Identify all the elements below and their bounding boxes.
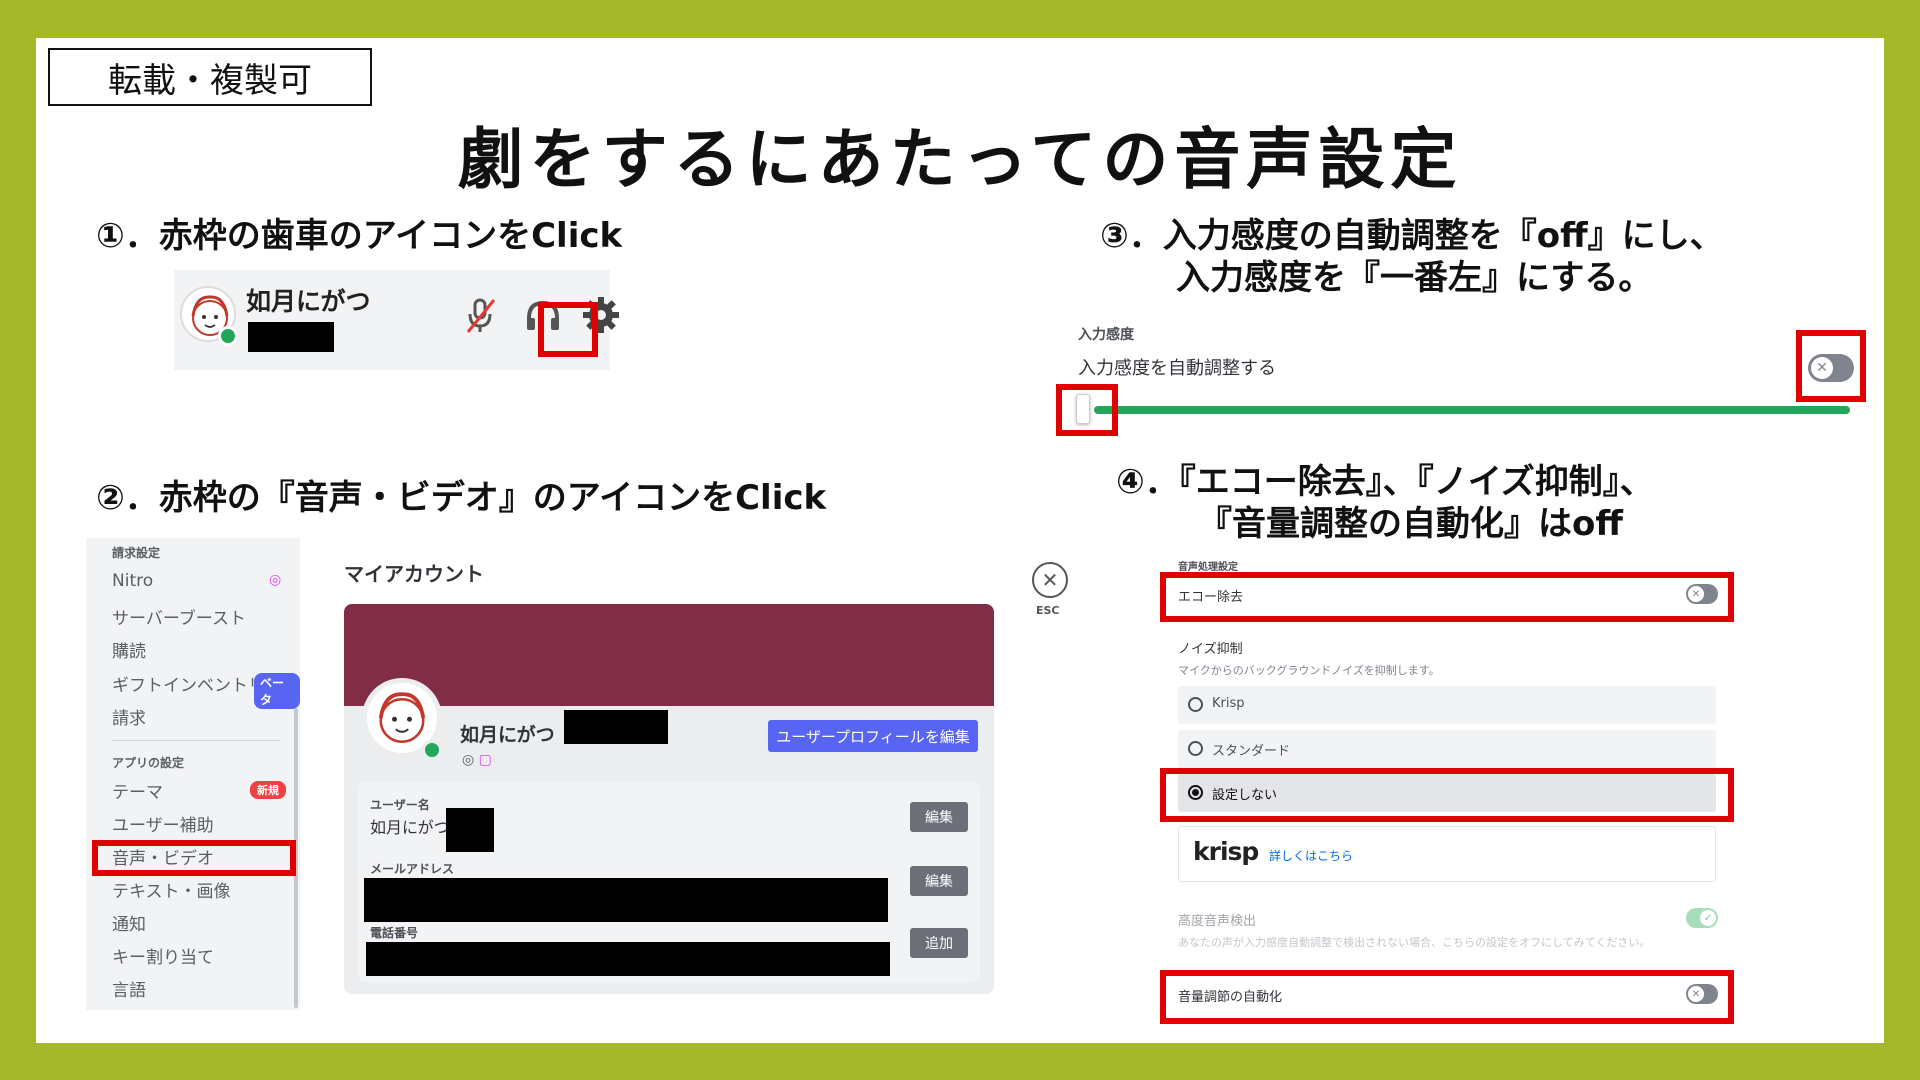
sidebar-item-billing[interactable]: 請求: [112, 704, 146, 729]
new-badge: 新規: [250, 781, 286, 799]
noise-option-standard[interactable]: スタンダード: [1178, 730, 1716, 768]
reuse-tag: 転載・複製可: [48, 48, 372, 106]
highlight-noise-none: [1160, 768, 1734, 822]
email-label: メールアドレス: [370, 862, 455, 876]
mute-mic-icon[interactable]: [464, 296, 498, 336]
sidebar-section-billing: 請求設定: [112, 546, 161, 560]
step4-line2: 『音量調整の自動化』はoff: [1198, 504, 1623, 544]
redacted-discriminator: [564, 710, 668, 744]
option-label: スタンダード: [1212, 744, 1291, 759]
sidebar-item-language[interactable]: 言語: [112, 976, 146, 1001]
noise-option-krisp[interactable]: Krisp: [1178, 686, 1716, 724]
sidebar-item-text-images[interactable]: テキスト・画像: [112, 877, 231, 902]
account-card: 如月にがつ ◎ ▢ ユーザープロフィールを編集 ユーザー名 如月にがつ 編集 メ…: [344, 604, 994, 994]
step1-text: ①．赤枠の歯車のアイコンをClick: [96, 216, 623, 256]
edit-email-button[interactable]: 編集: [910, 866, 968, 896]
beta-badge: ベータ: [254, 673, 300, 709]
profile-banner: [344, 604, 994, 706]
auto-sensitivity-label: 入力感度を自動調整する: [1078, 358, 1276, 379]
krisp-promo: krisp 詳しくはこちら: [1178, 826, 1716, 882]
sidebar-divider: [112, 740, 280, 741]
slide: 転載・複製可 劇をするにあたっての音声設定 ①．赤枠の歯車のアイコンをClick…: [36, 38, 1884, 1043]
sidebar-section-app: アプリの設定: [112, 756, 185, 770]
advanced-voice-label: 高度音声検出: [1178, 914, 1257, 929]
step3-line1: ③．入力感度の自動調整を『off』にし、: [1100, 216, 1724, 256]
esc-label: ESC: [1036, 604, 1060, 617]
redacted-phone: [366, 942, 890, 976]
profile-status-dot: [422, 740, 442, 760]
page-title: 劇をするにあたっての音声設定: [457, 121, 1463, 198]
voice-processing-section: 音声処理設定: [1178, 562, 1238, 573]
close-icon[interactable]: ✕: [1032, 562, 1068, 598]
radio-unchecked-icon: [1188, 697, 1203, 712]
noise-suppression-title: ノイズ抑制: [1178, 642, 1243, 657]
highlight-voice-video: [92, 840, 296, 876]
advanced-voice-toggle[interactable]: ✓: [1686, 908, 1718, 928]
krisp-learn-more-link[interactable]: 詳しくはこちら: [1269, 847, 1353, 864]
sidebar-item-nitro[interactable]: Nitro: [112, 571, 153, 591]
nitro-icon: ◎: [269, 572, 282, 588]
display-name: 如月にがつ: [460, 724, 555, 746]
option-label: Krisp: [1212, 696, 1245, 711]
settings-sidebar: 請求設定 Nitro ◎ サーバーブースト 購読 ギフトインベントリ ベータ 請…: [86, 538, 300, 1010]
highlight-auto-gain: [1160, 970, 1734, 1024]
edit-profile-button[interactable]: ユーザープロフィールを編集: [768, 720, 978, 752]
radio-unchecked-icon: [1188, 741, 1203, 756]
sidebar-item-theme[interactable]: テーマ: [112, 778, 163, 803]
badge-icons: ◎ ▢: [462, 752, 492, 768]
highlight-auto-toggle: [1796, 330, 1866, 402]
account-fields: ユーザー名 如月にがつ 編集 メールアドレス 編集 電話番号 追加: [358, 782, 980, 982]
edit-username-button[interactable]: 編集: [910, 802, 968, 832]
highlight-slider: [1056, 384, 1118, 436]
add-phone-button[interactable]: 追加: [910, 928, 968, 958]
highlight-gear: [538, 302, 598, 357]
online-status-dot: [218, 326, 238, 346]
sidebar-item-accessibility[interactable]: ユーザー補助: [112, 811, 214, 836]
advanced-voice-desc: あなたの声が入力感度自動調整で検出されない場合、こちらの設定をオフにしてみてくだ…: [1178, 936, 1651, 949]
input-sensitivity-section: 入力感度: [1078, 327, 1134, 343]
step2-text: ②．赤枠の『音声・ビデオ』のアイコンをClick: [96, 478, 827, 518]
phone-label: 電話番号: [370, 926, 419, 940]
step3-line2: 入力感度を『一番左』にする。: [1176, 258, 1653, 298]
noise-suppression-desc: マイクからのバックグラウンドノイズを抑制します。: [1178, 664, 1440, 677]
sidebar-item-server-boost[interactable]: サーバーブースト: [112, 604, 246, 629]
account-heading: マイアカウント: [344, 562, 484, 586]
krisp-logo: krisp: [1193, 837, 1259, 866]
highlight-echo: [1160, 572, 1734, 622]
username-label: ユーザー名: [370, 798, 430, 812]
sidebar-item-keybinds[interactable]: キー割り当て: [112, 943, 214, 968]
toggle-on-icon: ✓: [1700, 910, 1716, 926]
redacted-tag: [248, 322, 334, 352]
username-value: 如月にがつ: [370, 818, 450, 837]
sidebar-item-gift-inventory[interactable]: ギフトインベントリ: [112, 671, 265, 696]
redacted-email: [364, 878, 888, 922]
sidebar-item-subscriptions[interactable]: 購読: [112, 637, 146, 662]
redacted-username: [446, 808, 494, 852]
sidebar-item-notifications[interactable]: 通知: [112, 910, 146, 935]
username: 如月にがつ: [246, 287, 371, 316]
step4-line1: ④．『エコー除去』、『ノイズ抑制』、: [1116, 462, 1654, 502]
sensitivity-slider-track[interactable]: [1094, 406, 1850, 414]
